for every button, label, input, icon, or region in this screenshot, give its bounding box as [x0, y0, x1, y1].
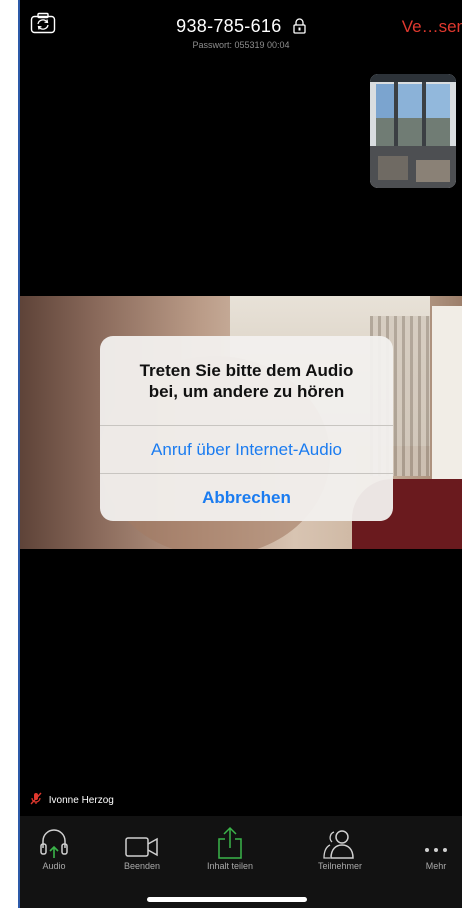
lock-icon	[293, 18, 306, 39]
password-duration: Passwort: 055319 00:04	[192, 40, 290, 50]
headphones-icon	[20, 820, 94, 860]
cancel-button[interactable]: Abbrechen	[100, 474, 393, 521]
meeting-id: 938-785-616	[20, 16, 462, 39]
dialog-title: Treten Sie bitte dem Audio bei, um ander…	[116, 360, 377, 402]
audio-button-label: Audio	[42, 861, 66, 871]
more-dots-icon	[396, 820, 462, 860]
video-background-window	[432, 306, 462, 486]
participant-name-label: Ivonne Herzog	[30, 792, 114, 808]
participant-name: Ivonne Herzog	[48, 795, 114, 806]
audio-button[interactable]: Audio	[20, 820, 94, 871]
share-content-button[interactable]: Inhalt teilen	[190, 820, 270, 871]
more-label: Mehr	[425, 861, 447, 871]
video-camera-icon	[102, 820, 182, 860]
dialog-title-line-2: bei, um andere zu hören	[148, 382, 345, 401]
window-view-image	[370, 74, 456, 188]
stop-video-button[interactable]: Beenden	[102, 820, 182, 871]
home-indicator[interactable]	[147, 897, 307, 902]
participants-label: Teilnehmer	[317, 861, 363, 871]
leave-meeting-button[interactable]: Ve…sen	[402, 17, 462, 37]
share-upload-icon	[190, 820, 270, 860]
meeting-header: 938-785-616 Passwort: 055319 00:04 Ve…se…	[20, 0, 462, 58]
join-audio-dialog: Treten Sie bitte dem Audio bei, um ander…	[100, 336, 393, 521]
muted-mic-icon	[30, 792, 42, 808]
stop-video-label: Beenden	[123, 861, 161, 871]
meeting-screen: 938-785-616 Passwort: 055319 00:04 Ve…se…	[18, 0, 462, 908]
participants-button[interactable]: Teilnehmer	[300, 820, 380, 871]
self-video-thumbnail[interactable]	[370, 74, 456, 188]
meeting-id-text: 938-785-616	[176, 16, 282, 36]
meeting-toolbar: Audio Beenden Inhalt teilen Teilnehmer M…	[20, 816, 462, 908]
share-content-label: Inhalt teilen	[206, 861, 254, 871]
dialog-title-line-1: Treten Sie bitte dem Audio	[139, 361, 354, 380]
participants-icon	[300, 820, 380, 860]
internet-audio-button[interactable]: Anruf über Internet-Audio	[100, 426, 393, 474]
more-button[interactable]: Mehr	[396, 820, 462, 871]
